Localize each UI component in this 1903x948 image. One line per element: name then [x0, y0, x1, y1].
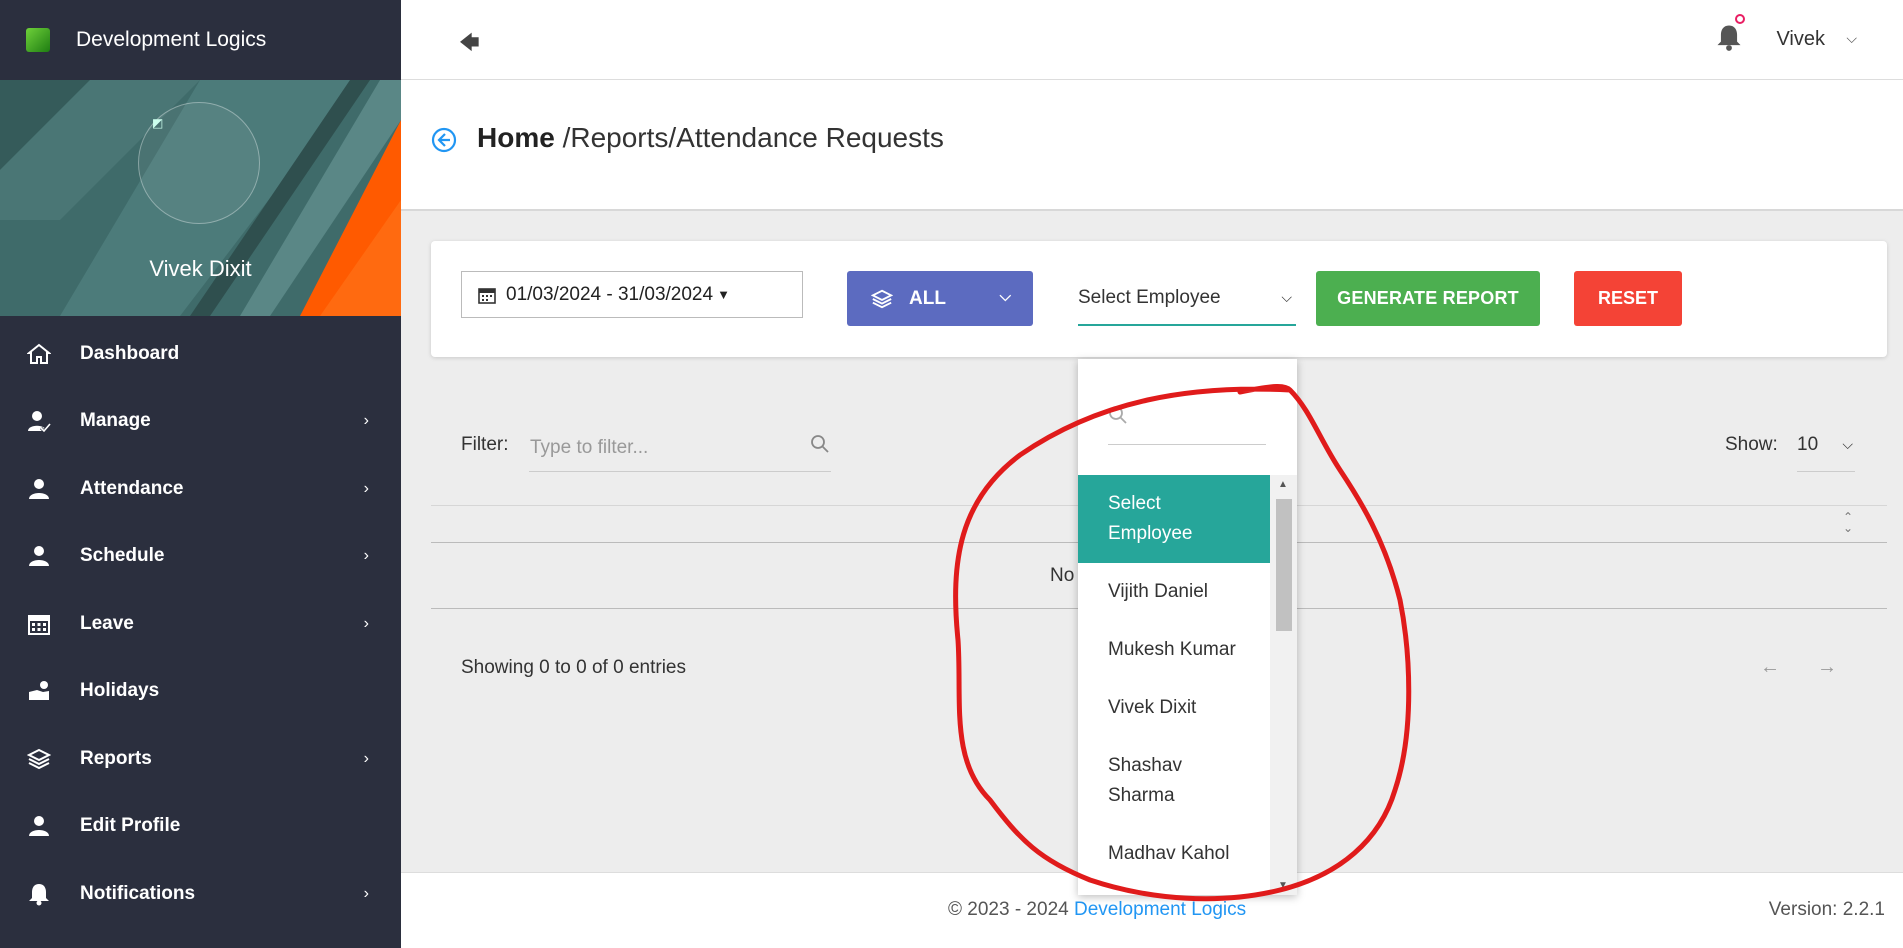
filter-input[interactable] — [529, 424, 831, 472]
home-icon — [26, 341, 52, 367]
user-check-icon — [26, 408, 52, 434]
employee-select-value: Select Employee — [1078, 286, 1221, 308]
scroll-down-arrow-icon[interactable]: ▼ — [1278, 880, 1288, 891]
sidebar-item-label: Holidays — [80, 680, 160, 702]
sidebar-item-label: Attendance — [80, 477, 184, 499]
sidebar-item-label: Edit Profile — [80, 815, 181, 837]
type-dropdown-button[interactable]: ALL ⌵ — [847, 271, 1033, 326]
sidebar-item-edit-profile[interactable]: Edit Profile — [0, 793, 401, 861]
user-menu[interactable]: Vivek — [1776, 28, 1825, 51]
chevron-right-icon: › — [363, 479, 369, 497]
sidebar: Development Logics ◩ Vivek Dixit Dashboa… — [0, 0, 401, 948]
back-circle-icon[interactable] — [431, 127, 457, 153]
search-icon — [1109, 406, 1127, 424]
chevron-down-icon: ⌵ — [1842, 436, 1853, 452]
brand-logo-icon — [26, 28, 50, 52]
show-label: Show: — [1725, 434, 1778, 455]
chevron-right-icon: › — [363, 884, 369, 902]
chevron-right-icon: › — [363, 749, 369, 767]
calendar-icon — [26, 611, 52, 637]
pagination-next[interactable]: → — [1817, 656, 1837, 679]
page-header: Home /Reports/Attendance Requests — [401, 80, 1903, 211]
breadcrumb: Home /Reports/Attendance Requests — [477, 122, 944, 154]
sidebar-item-label: Reports — [80, 747, 152, 769]
user-icon — [26, 813, 52, 839]
employee-select[interactable]: Select Employee ⌵ — [1078, 271, 1296, 326]
topbar: 🡄 Vivek ⌵ — [401, 0, 1903, 80]
filter-label: Filter: — [461, 434, 509, 455]
dropdown-option[interactable]: Madhav Kahol — [1078, 825, 1270, 883]
user-icon — [26, 476, 52, 502]
layers-icon — [26, 746, 52, 772]
sidebar-item-manage[interactable]: Manage › — [0, 388, 401, 456]
sort-icon[interactable]: ⌃ ⌄ — [1843, 511, 1853, 534]
chevron-down-icon: ⌵ — [999, 288, 1011, 305]
caret-down-icon: ▼ — [717, 287, 730, 302]
version-text: Version: 2.2.1 — [1768, 899, 1885, 920]
sidebar-item-label: Schedule — [80, 545, 165, 567]
layers-icon — [871, 289, 893, 308]
sidebar-item-attendance[interactable]: Attendance › — [0, 455, 401, 523]
brand[interactable]: Development Logics — [0, 0, 401, 80]
bell-icon — [26, 881, 52, 907]
sidebar-item-label: Dashboard — [80, 342, 180, 364]
chevron-down-icon[interactable]: ⌵ — [1846, 30, 1857, 47]
entries-info: Showing 0 to 0 of 0 entries — [461, 657, 686, 678]
dropdown-option[interactable]: Shashav Sharma — [1078, 737, 1270, 825]
table-empty-text: No — [1050, 565, 1075, 586]
broken-image-icon: ◩ — [152, 116, 164, 130]
breadcrumb-home[interactable]: Home — [477, 122, 555, 153]
dropdown-option-select-employee[interactable]: Select Employee — [1078, 475, 1270, 563]
copyright-text: © 2023 - 2024 — [948, 899, 1074, 920]
sidebar-item-label: Notifications — [80, 882, 196, 904]
page-size-select[interactable]: 10 ⌵ — [1797, 424, 1855, 472]
dropdown-option[interactable]: Mukesh Kumar — [1078, 621, 1270, 679]
dropdown-scrollbar[interactable]: ▲ ▼ — [1270, 475, 1297, 895]
chevron-down-icon: ⌵ — [1281, 289, 1292, 305]
profile-banner: ◩ Vivek Dixit — [0, 80, 401, 316]
holiday-icon — [26, 678, 52, 704]
profile-name: Vivek Dixit — [149, 256, 252, 281]
company-link[interactable]: Development Logics — [1074, 899, 1246, 920]
user-icon — [26, 543, 52, 569]
sidebar-item-label: Leave — [80, 612, 134, 634]
generate-report-button[interactable]: GENERATE REPORT — [1316, 271, 1540, 326]
brand-name: Development Logics — [76, 28, 267, 51]
dropdown-search-input[interactable] — [1108, 401, 1266, 445]
reset-button[interactable]: RESET — [1574, 271, 1682, 326]
sidebar-item-leave[interactable]: Leave › — [0, 590, 401, 658]
scrollbar-thumb[interactable] — [1276, 499, 1292, 631]
calendar-icon — [478, 287, 496, 304]
dropdown-option[interactable]: Vivek Dixit — [1078, 679, 1270, 737]
sidebar-item-label: Manage — [80, 410, 151, 432]
sidebar-item-reports[interactable]: Reports › — [0, 725, 401, 793]
chevron-right-icon: › — [363, 614, 369, 632]
date-range-value: 01/03/2024 - 31/03/2024 — [506, 283, 714, 305]
sidebar-item-notifications[interactable]: Notifications › — [0, 860, 401, 928]
notification-badge — [1735, 14, 1745, 24]
sidebar-toggle-arrow-icon[interactable]: 🡄 — [459, 28, 480, 62]
sidebar-item-dashboard[interactable]: Dashboard — [0, 320, 401, 388]
dropdown-option[interactable]: Vijith Daniel — [1078, 563, 1270, 621]
sidebar-item-holidays[interactable]: Holidays — [0, 658, 401, 726]
copyright: © 2023 - 2024 Development Logics — [948, 899, 1246, 921]
dropdown-options: Select Employee Vijith Daniel Mukesh Kum… — [1078, 475, 1270, 883]
chevron-right-icon: › — [363, 547, 369, 565]
pagination-prev[interactable]: ← — [1760, 656, 1780, 679]
filter-card: 01/03/2024 - 31/03/2024 ▼ ALL ⌵ Select E… — [431, 241, 1887, 357]
scroll-up-arrow-icon[interactable]: ▲ — [1278, 479, 1288, 490]
search-icon — [811, 435, 829, 453]
date-range-picker[interactable]: 01/03/2024 - 31/03/2024 ▼ — [461, 271, 803, 318]
employee-dropdown-menu: Select Employee Vijith Daniel Mukesh Kum… — [1078, 359, 1297, 895]
sidebar-item-schedule[interactable]: Schedule › — [0, 523, 401, 591]
chevron-right-icon: › — [363, 412, 369, 430]
sidebar-nav: Dashboard Manage › Attendance › Schedule… — [0, 316, 401, 928]
page-size-value: 10 — [1797, 434, 1819, 455]
type-dropdown-label: ALL — [909, 287, 946, 309]
notification-bell-icon[interactable] — [1715, 22, 1743, 52]
breadcrumb-path: /Reports/Attendance Requests — [554, 122, 944, 153]
